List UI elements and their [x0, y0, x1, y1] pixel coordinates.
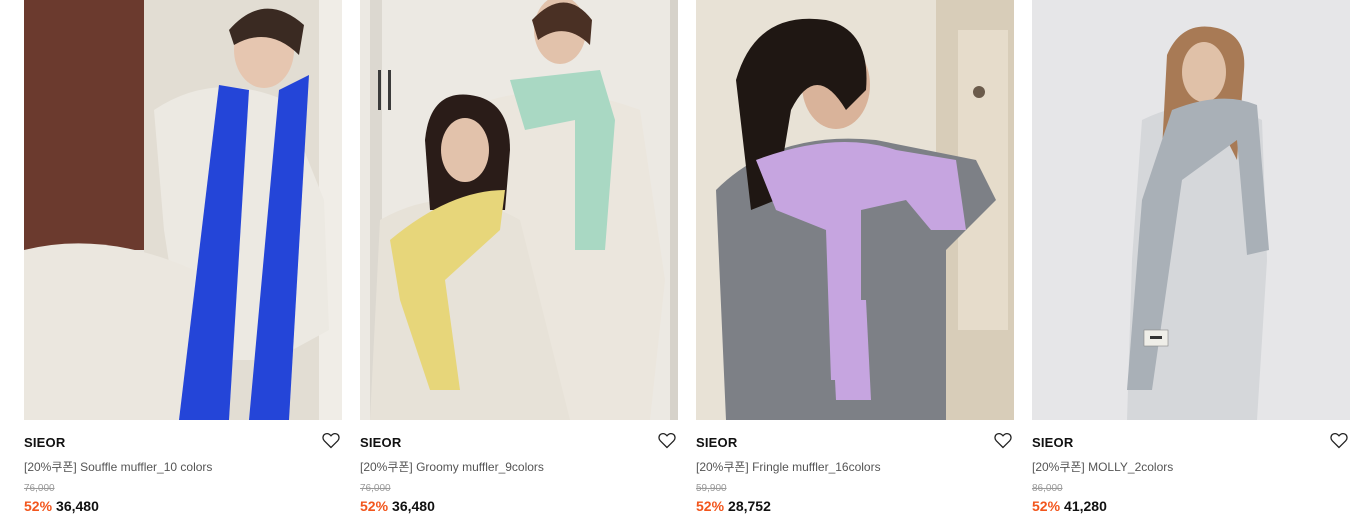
brand-name[interactable]: SIEOR: [360, 435, 401, 450]
discount-rate: 52%: [696, 498, 725, 514]
product-image[interactable]: [24, 0, 342, 420]
sale-price: 28,752: [728, 498, 771, 514]
original-price: 59,900: [696, 483, 727, 494]
product-image[interactable]: [1032, 0, 1350, 420]
product-name[interactable]: [20%쿠폰] Souffle muffler_10 colors: [24, 458, 212, 475]
wishlist-heart-icon[interactable]: [322, 432, 340, 449]
scarf-photo-icon: [360, 0, 678, 420]
product-card[interactable]: SIEOR [20%쿠폰] Fringle muffler_16colors 5…: [696, 0, 1014, 531]
product-grid: SIEOR [20%쿠폰] Souffle muffler_10 colors …: [0, 0, 1359, 531]
scarf-photo-icon: [696, 0, 1014, 420]
sale-price: 41,280: [1064, 498, 1107, 514]
price-line: 52% 28,752: [696, 498, 771, 514]
discount-rate: 52%: [360, 498, 389, 514]
price-line: 52% 36,480: [360, 498, 435, 514]
product-image[interactable]: [696, 0, 1014, 420]
wishlist-heart-icon[interactable]: [994, 432, 1012, 449]
product-name[interactable]: [20%쿠폰] Fringle muffler_16colors: [696, 458, 881, 475]
product-card[interactable]: SIEOR [20%쿠폰] MOLLY_2colors 86,000 52% 41…: [1032, 0, 1350, 531]
scarf-photo-icon: [24, 0, 342, 420]
wishlist-heart-icon[interactable]: [658, 432, 676, 449]
price-line: 52% 36,480: [24, 498, 99, 514]
product-card[interactable]: SIEOR [20%쿠폰] Groomy muffler_9colors 76,…: [360, 0, 678, 531]
product-name[interactable]: [20%쿠폰] MOLLY_2colors: [1032, 458, 1173, 475]
original-price: 76,000: [360, 483, 391, 494]
scarf-photo-icon: [1032, 0, 1350, 420]
product-card[interactable]: SIEOR [20%쿠폰] Souffle muffler_10 colors …: [24, 0, 342, 531]
original-price: 76,000: [24, 483, 55, 494]
original-price: 86,000: [1032, 483, 1063, 494]
product-image[interactable]: [360, 0, 678, 420]
discount-rate: 52%: [24, 498, 53, 514]
brand-name[interactable]: SIEOR: [24, 435, 65, 450]
sale-price: 36,480: [56, 498, 99, 514]
sale-price: 36,480: [392, 498, 435, 514]
discount-rate: 52%: [1032, 498, 1061, 514]
product-name[interactable]: [20%쿠폰] Groomy muffler_9colors: [360, 458, 544, 475]
brand-name[interactable]: SIEOR: [1032, 435, 1073, 450]
price-line: 52% 41,280: [1032, 498, 1107, 514]
brand-name[interactable]: SIEOR: [696, 435, 737, 450]
wishlist-heart-icon[interactable]: [1330, 432, 1348, 449]
